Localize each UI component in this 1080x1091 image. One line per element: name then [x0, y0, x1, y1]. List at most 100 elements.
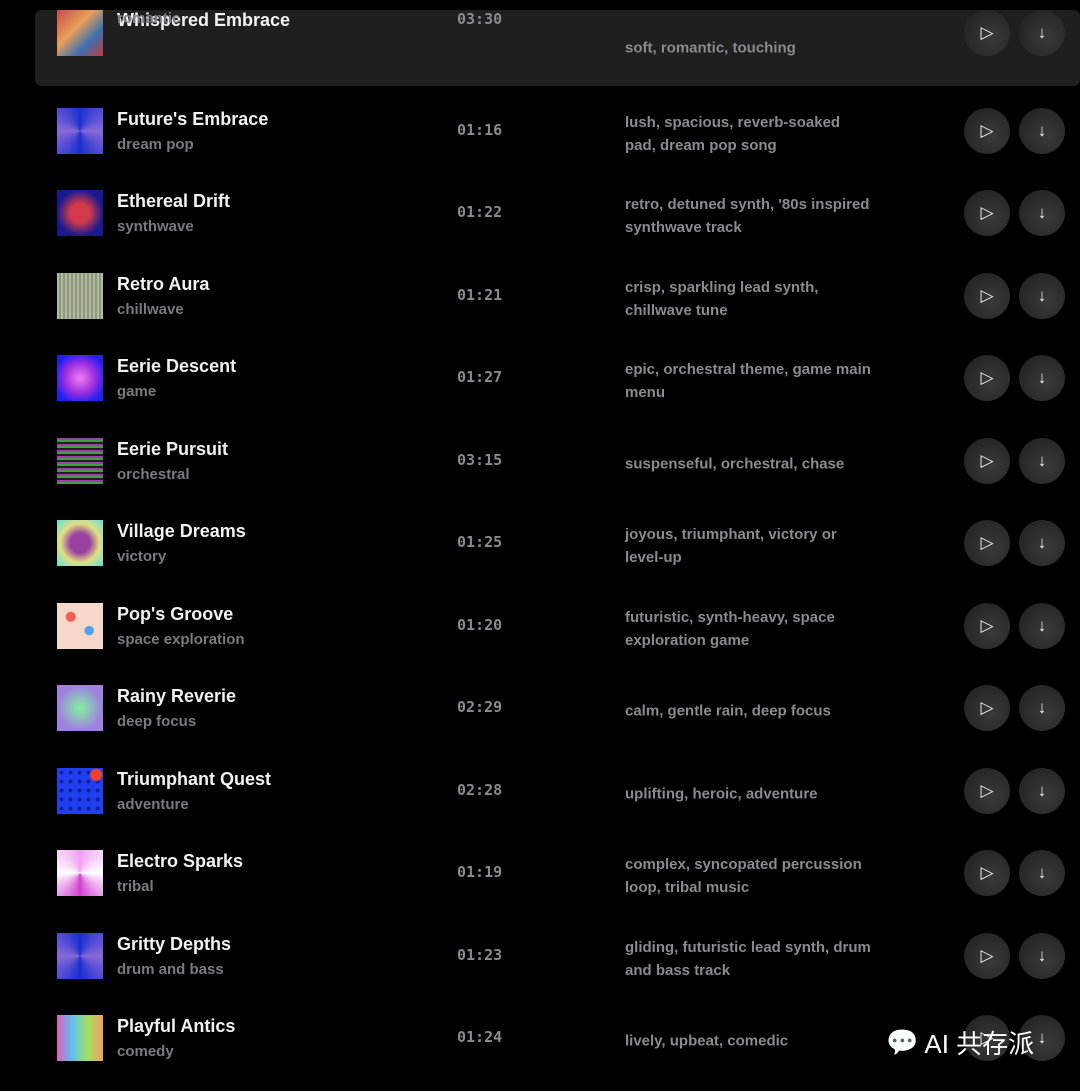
play-icon: ▷ [980, 450, 994, 470]
track-row[interactable]: Future's Embrace dream pop 01:16 lush, s… [35, 93, 1080, 176]
track-description: suspenseful, orchestral, chase [625, 455, 845, 473]
track-duration: 01:16 [457, 120, 503, 139]
track-genre: game [117, 383, 157, 400]
track-row[interactable]: Village Dreams victory 01:25 joyous, tri… [35, 505, 1080, 588]
download-button[interactable]: ↓ [1019, 437, 1065, 484]
track-cover [57, 685, 103, 731]
wechat-icon: 💬 [886, 1027, 919, 1057]
play-icon: ▷ [980, 533, 994, 552]
download-button[interactable]: ↓ [1019, 10, 1065, 56]
track-cover [57, 932, 103, 979]
track-duration: 01:25 [457, 533, 503, 551]
track-duration: 01:21 [457, 285, 503, 304]
track-row[interactable]: Gritty Depths drum and bass 01:23 glidin… [35, 918, 1080, 1001]
play-button[interactable]: ▷ [964, 437, 1010, 484]
play-button[interactable]: ▷ [964, 355, 1010, 401]
track-title[interactable]: Triumphant Quest [117, 769, 271, 790]
track-title[interactable]: Future's Embrace [117, 109, 268, 130]
play-icon: ▷ [980, 863, 994, 882]
download-button[interactable]: ↓ [1019, 107, 1065, 154]
download-button[interactable]: ↓ [1019, 190, 1065, 236]
play-icon: ▷ [980, 945, 994, 965]
play-button[interactable]: ▷ [964, 767, 1010, 814]
track-cover [57, 767, 103, 814]
track-duration: 01:23 [457, 945, 503, 964]
download-icon: ↓ [1037, 285, 1047, 305]
download-button[interactable]: ↓ [1019, 685, 1065, 731]
track-row[interactable]: Rainy Reverie deep focus 02:29 calm, gen… [35, 670, 1080, 753]
track-description: soft, romantic, touching [625, 39, 796, 57]
track-row[interactable]: Triumphant Quest adventure 02:28 uplifti… [35, 753, 1080, 836]
play-button[interactable]: ▷ [964, 685, 1010, 731]
track-row[interactable]: Electro Sparks tribal 01:19 complex, syn… [35, 835, 1080, 918]
track-duration: 03:15 [457, 450, 503, 469]
track-genre: adventure [117, 795, 189, 813]
track-duration: 02:28 [457, 780, 503, 799]
play-icon: ▷ [980, 698, 994, 717]
download-button[interactable]: ↓ [1019, 767, 1065, 814]
track-title[interactable]: Rainy Reverie [117, 686, 236, 707]
track-title[interactable]: Gritty Depths [117, 934, 231, 955]
play-button[interactable]: ▷ [964, 272, 1010, 319]
track-description: uplifting, heroic, adventure [625, 785, 818, 803]
track-row[interactable]: Eerie Descent game 01:27 epic, orchestra… [35, 340, 1080, 423]
download-button[interactable]: ↓ [1019, 850, 1065, 896]
play-button[interactable]: ▷ [964, 190, 1010, 236]
play-icon: ▷ [980, 780, 994, 800]
play-button[interactable]: ▷ [964, 107, 1010, 154]
play-button[interactable]: ▷ [964, 932, 1010, 979]
play-icon: ▷ [980, 285, 994, 305]
track-genre: tribal [117, 878, 154, 895]
track-cover [57, 1015, 103, 1061]
track-title[interactable]: Village Dreams [117, 521, 246, 542]
track-title[interactable]: Electro Sparks [117, 851, 243, 872]
play-icon: ▷ [980, 368, 994, 387]
download-button[interactable]: ↓ [1019, 272, 1065, 319]
track-row[interactable]: Ethereal Drift synthwave 01:22 retro, de… [35, 175, 1080, 258]
play-button[interactable]: ▷ [964, 520, 1010, 566]
play-button[interactable]: ▷ [964, 10, 1010, 56]
track-genre: victory [117, 548, 167, 565]
download-button[interactable]: ↓ [1019, 602, 1065, 649]
download-icon: ↓ [1037, 615, 1047, 635]
track-cover [57, 190, 103, 236]
track-cover [57, 437, 103, 484]
download-button[interactable]: ↓ [1019, 932, 1065, 979]
play-icon: ▷ [980, 203, 994, 222]
track-genre: orchestral [117, 465, 190, 483]
download-icon: ↓ [1037, 450, 1047, 470]
download-icon: ↓ [1037, 203, 1047, 222]
track-duration: 01:22 [457, 203, 503, 221]
track-row[interactable]: Whispered Embrace romantic 03:30 soft, r… [35, 10, 1080, 86]
track-title[interactable]: Eerie Descent [117, 356, 236, 377]
track-description: joyous, triumphant, victory or level-up [625, 526, 837, 567]
download-icon: ↓ [1037, 780, 1047, 800]
track-row[interactable]: Retro Aura chillwave 01:21 crisp, sparkl… [35, 258, 1080, 341]
track-row[interactable]: Eerie Pursuit orchestral 03:15 suspensef… [35, 423, 1080, 506]
download-button[interactable]: ↓ [1019, 355, 1065, 401]
track-duration: 03:30 [457, 10, 503, 28]
download-icon: ↓ [1037, 120, 1047, 140]
track-title[interactable]: Eerie Pursuit [117, 439, 228, 460]
track-genre: synthwave [117, 218, 194, 235]
track-title[interactable]: Playful Antics [117, 1016, 235, 1037]
track-title[interactable]: Pop's Groove [117, 604, 233, 625]
track-cover [57, 272, 103, 319]
track-list: Whispered Embrace romantic 03:30 soft, r… [35, 10, 1080, 1083]
play-button[interactable]: ▷ [964, 850, 1010, 896]
download-button[interactable]: ↓ [1019, 520, 1065, 566]
track-description: retro, detuned synth, '80s inspired synt… [625, 196, 870, 237]
track-title[interactable]: Ethereal Drift [117, 191, 230, 212]
track-duration: 02:29 [457, 698, 503, 716]
track-description: lively, upbeat, comedic [625, 1032, 789, 1050]
play-icon: ▷ [980, 23, 994, 42]
track-genre: drum and bass [117, 960, 224, 978]
track-cover [57, 520, 103, 566]
track-description: calm, gentle rain, deep focus [625, 702, 831, 720]
track-title[interactable]: Retro Aura [117, 274, 209, 295]
track-description: crisp, sparkling lead synth, chillwave t… [625, 278, 819, 319]
track-row[interactable]: Pop's Groove space exploration 01:20 fut… [35, 588, 1080, 671]
track-cover [57, 10, 103, 56]
download-icon: ↓ [1037, 1028, 1047, 1047]
play-button[interactable]: ▷ [964, 602, 1010, 649]
